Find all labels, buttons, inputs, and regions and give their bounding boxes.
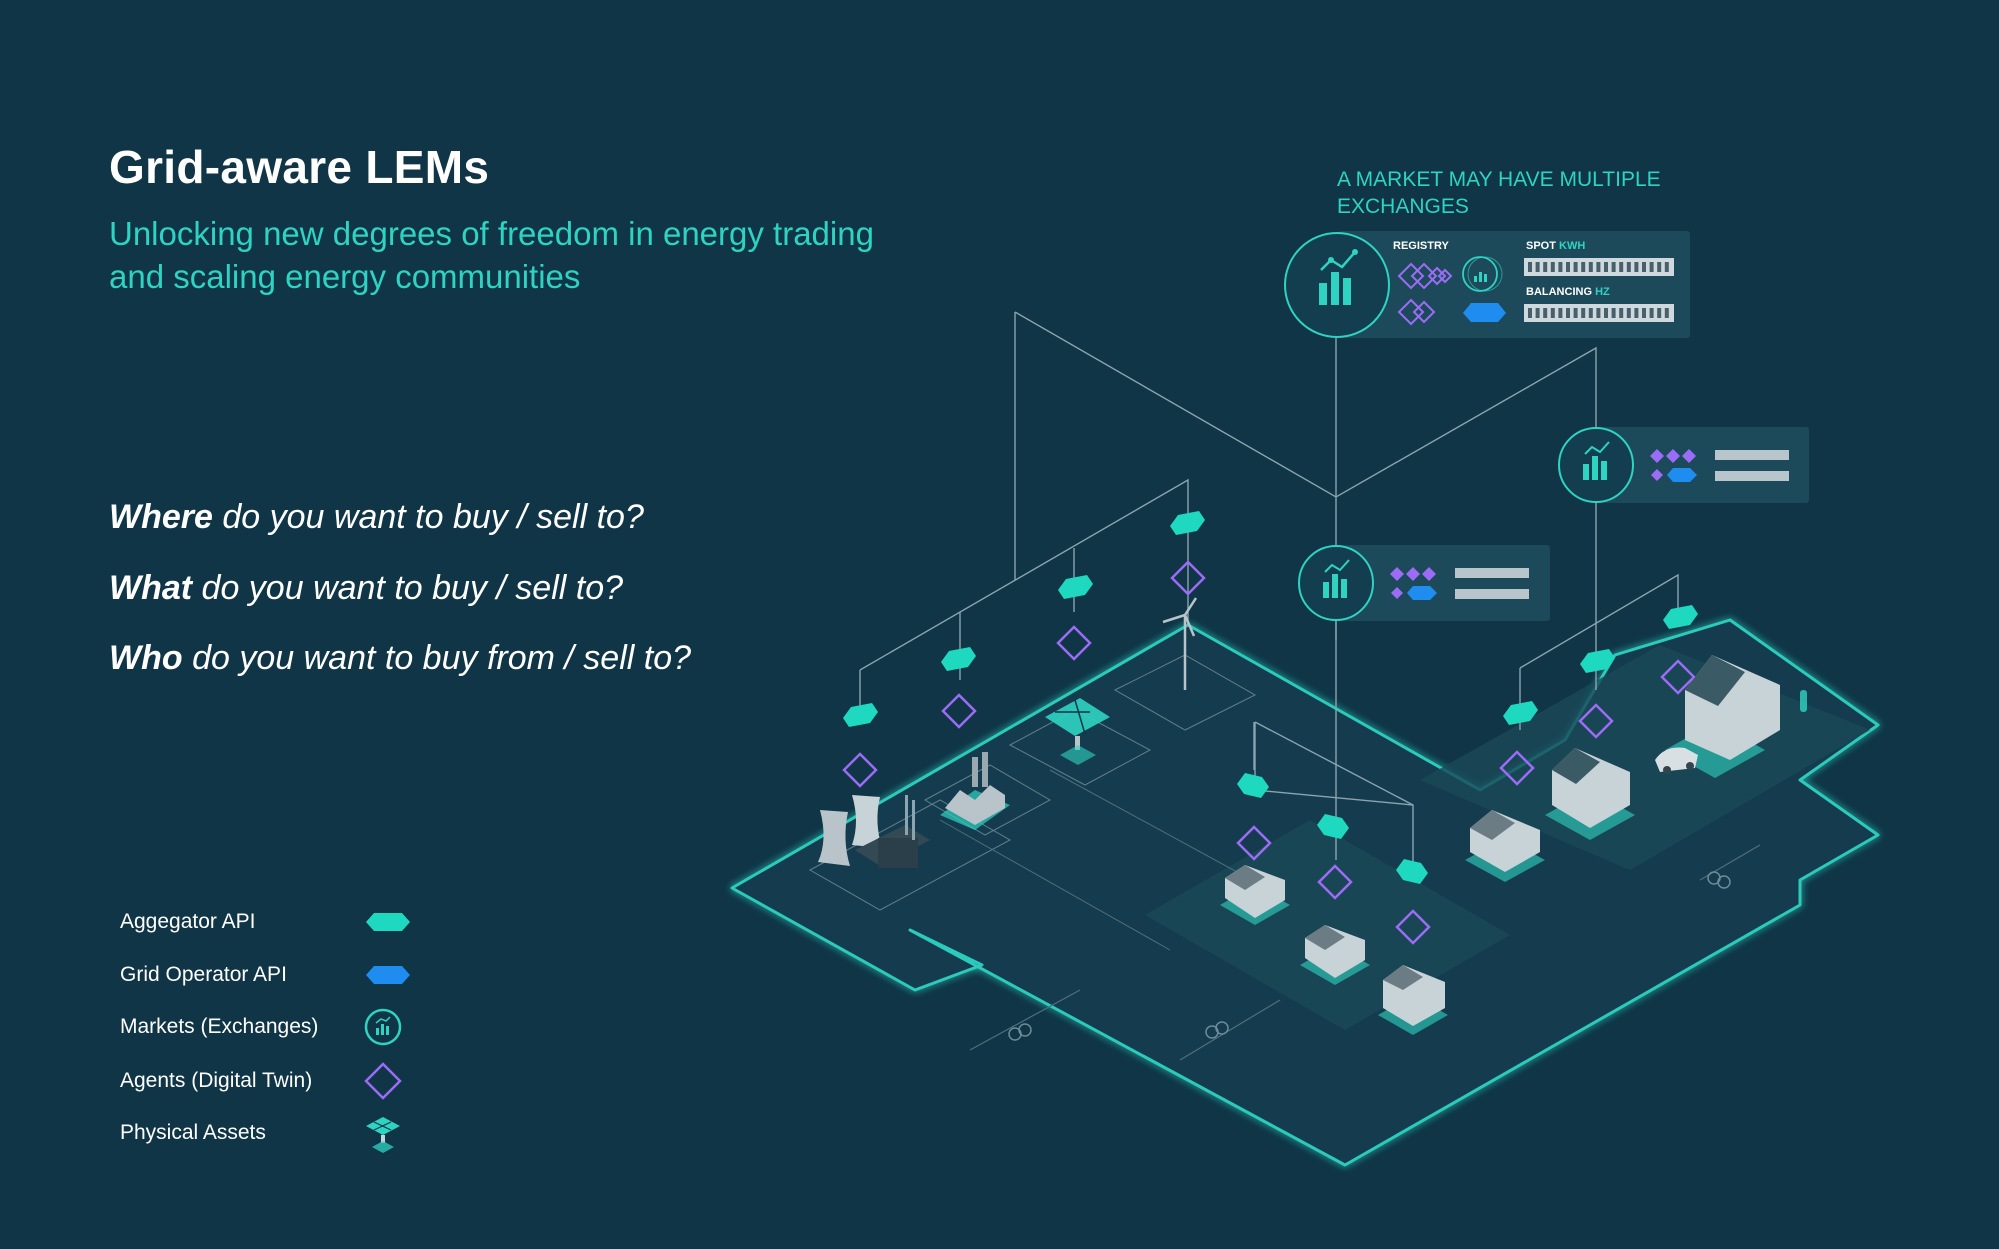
meter-tick — [1634, 262, 1639, 272]
exchange-panel-right — [1558, 427, 1809, 503]
agent-diamond-icon — [1056, 625, 1092, 661]
meter-tick — [1566, 262, 1570, 272]
meter-tick — [1626, 308, 1631, 318]
meter-tick — [1550, 262, 1555, 272]
svg-text:SPOT KWH: SPOT KWH — [1526, 240, 1585, 252]
meter-tick — [1558, 262, 1563, 272]
meter-tick — [1604, 262, 1608, 272]
exchange-panel-middle — [1298, 545, 1550, 621]
meter-tick — [1528, 262, 1532, 272]
meter-tick — [1619, 308, 1624, 318]
callout-line-2: EXCHANGES — [1337, 195, 1469, 218]
meter-tick — [1604, 308, 1608, 318]
meter-tick — [1596, 262, 1601, 272]
network-diagram: REGISTRY SPOT KWH BALANCING HZ A MARKET … — [730, 168, 1880, 1167]
meter-tick — [1657, 308, 1662, 318]
meter-tick — [1528, 308, 1532, 318]
meter-tick — [1611, 262, 1616, 272]
meter-tick — [1642, 262, 1646, 272]
meter-tick — [1649, 308, 1654, 318]
meter-tick — [1566, 308, 1570, 318]
meter-tick — [1642, 308, 1646, 318]
meter-tick — [1581, 308, 1586, 318]
meter-tick — [1611, 308, 1616, 318]
aggregator-api-icon — [941, 647, 976, 671]
aggregator-api-icon — [1058, 575, 1093, 599]
agent-diamond-icon — [941, 693, 977, 729]
meter-tick — [1573, 308, 1578, 318]
meter-tick — [1649, 262, 1654, 272]
spot-unit: KWH — [1559, 240, 1585, 252]
meter-tick — [1543, 308, 1548, 318]
meter-tick — [1558, 308, 1563, 318]
meter-tick — [1535, 262, 1540, 272]
meter-tick — [1550, 308, 1555, 318]
meter-tick — [1664, 262, 1669, 272]
power-plant — [818, 795, 930, 868]
agent-diamond-icon — [842, 752, 878, 788]
aggregator-api-icon — [1663, 605, 1698, 629]
aggregator-api-icon — [843, 703, 878, 727]
meter-tick — [1619, 262, 1624, 272]
balancing-label: BALANCING — [1526, 286, 1592, 298]
callout-line-1: A MARKET MAY HAVE MULTIPLE — [1337, 168, 1661, 191]
aggregator-api-icon — [1170, 511, 1205, 535]
meter-tick — [1543, 262, 1548, 272]
svg-text:BALANCING HZ: BALANCING HZ — [1526, 286, 1610, 298]
meter-tick — [1634, 308, 1639, 318]
exchange-panel-main: REGISTRY SPOT KWH BALANCING HZ — [1284, 231, 1690, 338]
meter-tick — [1573, 262, 1578, 272]
meter-tick — [1588, 308, 1593, 318]
registry-label: REGISTRY — [1393, 240, 1449, 252]
meter-tick — [1626, 262, 1631, 272]
meter-tick — [1588, 262, 1593, 272]
balancing-unit: HZ — [1595, 286, 1610, 298]
meter-tick — [1581, 262, 1586, 272]
meter-tick — [1596, 308, 1601, 318]
meter-tick — [1535, 308, 1540, 318]
spot-label: SPOT — [1526, 240, 1556, 252]
meter-tick — [1664, 308, 1669, 318]
meter-tick — [1657, 262, 1662, 272]
